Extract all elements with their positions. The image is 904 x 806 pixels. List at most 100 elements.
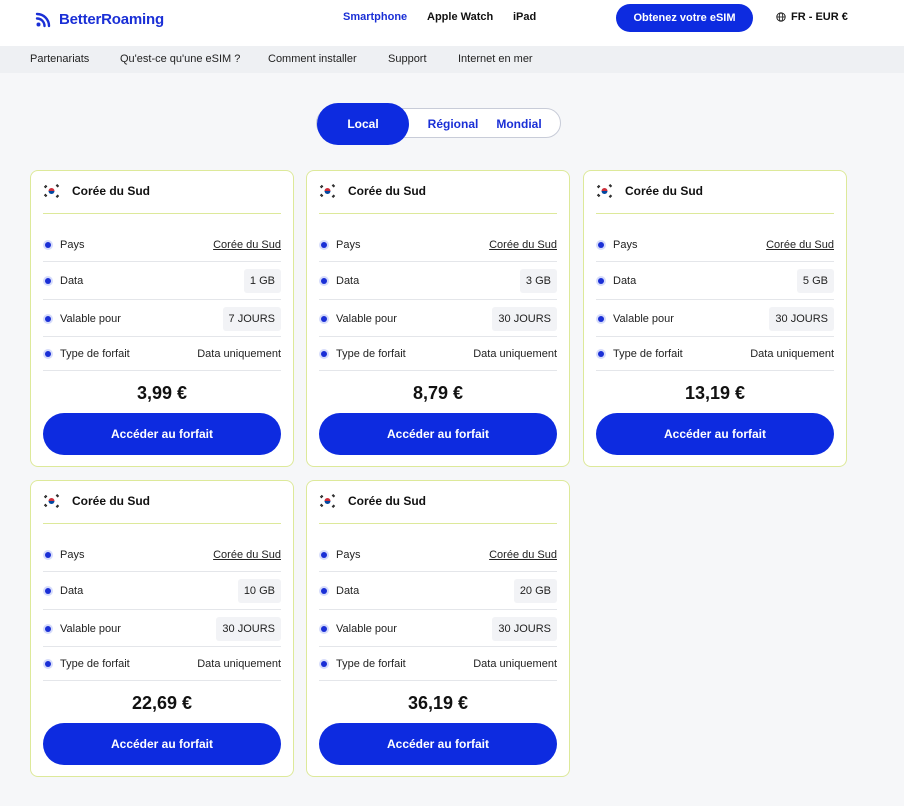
validity-value: 7 JOURS [222, 306, 281, 331]
plan-card: Corée du Sud Pays Corée du Sud Data 1 GB… [30, 170, 294, 467]
row-country: Pays Corée du Sud [319, 228, 557, 262]
subnav-support[interactable]: Support [388, 53, 427, 65]
bullet-icon [598, 350, 604, 357]
bullet-icon [321, 315, 327, 322]
bullet-icon [45, 278, 51, 284]
subnav-internet-at-sea[interactable]: Internet en mer [458, 53, 533, 65]
country-link[interactable]: Corée du Sud [489, 549, 557, 561]
country-label: Pays [613, 238, 638, 251]
data-amount: 3 GB [519, 269, 557, 293]
plan-card: Corée du Sud Pays Corée du Sud Data 10 G… [30, 480, 294, 777]
locale-label: FR - EUR € [791, 11, 848, 23]
row-data: Data 5 GB [596, 263, 834, 300]
bullet-icon [321, 551, 327, 558]
country-label: Pays [336, 548, 361, 561]
locale-selector[interactable]: FR - EUR € [776, 11, 848, 23]
card-title: Corée du Sud [348, 494, 427, 508]
country-link[interactable]: Corée du Sud [489, 239, 557, 251]
get-esim-button[interactable]: Obtenez votre eSIM [616, 4, 753, 32]
row-data: Data 1 GB [43, 263, 281, 300]
plan-type-value: Data uniquement [197, 347, 281, 360]
region-toggle: Local Régional Mondial [316, 103, 561, 145]
access-plan-button[interactable]: Accéder au forfait [319, 413, 557, 455]
row-country: Pays Corée du Sud [596, 228, 834, 262]
nav-apple-watch[interactable]: Apple Watch [427, 11, 493, 23]
bullet-icon [45, 350, 51, 357]
data-amount: 5 GB [796, 269, 834, 293]
plan-type-label: Type de forfait [60, 347, 130, 360]
country-link[interactable]: Corée du Sud [766, 239, 834, 251]
card-header: Corée du Sud [596, 184, 703, 198]
row-validity: Valable pour 30 JOURS [43, 611, 281, 647]
row-data: Data 20 GB [319, 573, 557, 610]
bullet-icon [45, 315, 51, 322]
row-validity: Valable pour 30 JOURS [319, 611, 557, 647]
row-country: Pays Corée du Sud [319, 538, 557, 572]
bullet-icon [321, 350, 327, 357]
bullet-icon [45, 660, 51, 667]
data-amount: 1 GB [243, 269, 281, 293]
card-divider [43, 523, 281, 524]
bullet-icon [45, 551, 51, 558]
bullet-icon [321, 660, 327, 667]
country-label: Pays [60, 548, 85, 561]
south-korea-flag-icon [43, 494, 60, 508]
tab-local[interactable]: Local [317, 103, 409, 145]
validity-label: Valable pour [60, 312, 121, 325]
plan-type-value: Data uniquement [473, 657, 557, 670]
data-label: Data [60, 275, 84, 287]
data-amount: 10 GB [237, 579, 281, 603]
access-plan-button[interactable]: Accéder au forfait [43, 723, 281, 765]
plan-price: 22,69 € [131, 693, 193, 713]
logo[interactable]: BetterRoaming [34, 9, 164, 29]
card-title: Corée du Sud [348, 184, 427, 198]
country-link[interactable]: Corée du Sud [213, 549, 281, 561]
plan-price: 8,79 € [412, 383, 464, 403]
wifi-logo-icon [35, 12, 51, 28]
card-title: Corée du Sud [72, 494, 151, 508]
nav-smartphone[interactable]: Smartphone [343, 11, 407, 23]
plan-price: 3,99 € [136, 383, 188, 403]
secondary-nav: Partenariats Qu'est-ce qu'une eSIM ? Com… [0, 46, 904, 73]
validity-label: Valable pour [336, 312, 397, 325]
tab-regional[interactable]: Régional [421, 103, 485, 145]
row-plan-type: Type de forfait Data uniquement [43, 337, 281, 371]
plan-type-label: Type de forfait [336, 347, 406, 360]
card-divider [43, 213, 281, 214]
bullet-icon [45, 588, 51, 594]
globe-icon [776, 12, 786, 22]
card-header: Corée du Sud [319, 184, 426, 198]
data-label: Data [60, 585, 84, 597]
subnav-what-is-esim[interactable]: Qu'est-ce qu'une eSIM ? [120, 53, 240, 65]
validity-label: Valable pour [336, 622, 397, 635]
plan-card: Corée du Sud Pays Corée du Sud Data 20 G… [306, 480, 570, 777]
subnav-how-to-install[interactable]: Comment installer [268, 53, 357, 65]
card-header: Corée du Sud [43, 184, 150, 198]
plan-card: Corée du Sud Pays Corée du Sud Data 3 GB… [306, 170, 570, 467]
country-label: Pays [336, 238, 361, 251]
bullet-icon [45, 241, 51, 248]
nav-ipad[interactable]: iPad [513, 11, 536, 23]
access-plan-button[interactable]: Accéder au forfait [319, 723, 557, 765]
tab-mondial[interactable]: Mondial [489, 103, 549, 145]
row-plan-type: Type de forfait Data uniquement [43, 647, 281, 681]
access-plan-button[interactable]: Accéder au forfait [43, 413, 281, 455]
bullet-icon [321, 588, 327, 594]
subnav-partenariats[interactable]: Partenariats [30, 53, 89, 65]
row-country: Pays Corée du Sud [43, 228, 281, 262]
country-label: Pays [60, 238, 85, 251]
validity-value: 30 JOURS [492, 306, 557, 331]
access-plan-button[interactable]: Accéder au forfait [596, 413, 834, 455]
country-link[interactable]: Corée du Sud [213, 239, 281, 251]
row-plan-type: Type de forfait Data uniquement [319, 337, 557, 371]
logo-text: BetterRoaming [59, 10, 164, 28]
plan-price: 13,19 € [684, 383, 746, 403]
row-plan-type: Type de forfait Data uniquement [319, 647, 557, 681]
row-plan-type: Type de forfait Data uniquement [596, 337, 834, 371]
row-data: Data 10 GB [43, 573, 281, 610]
row-validity: Valable pour 30 JOURS [596, 301, 834, 337]
plan-type-value: Data uniquement [473, 347, 557, 360]
card-divider [319, 213, 557, 214]
plan-type-value: Data uniquement [750, 347, 834, 360]
bullet-icon [598, 278, 604, 284]
